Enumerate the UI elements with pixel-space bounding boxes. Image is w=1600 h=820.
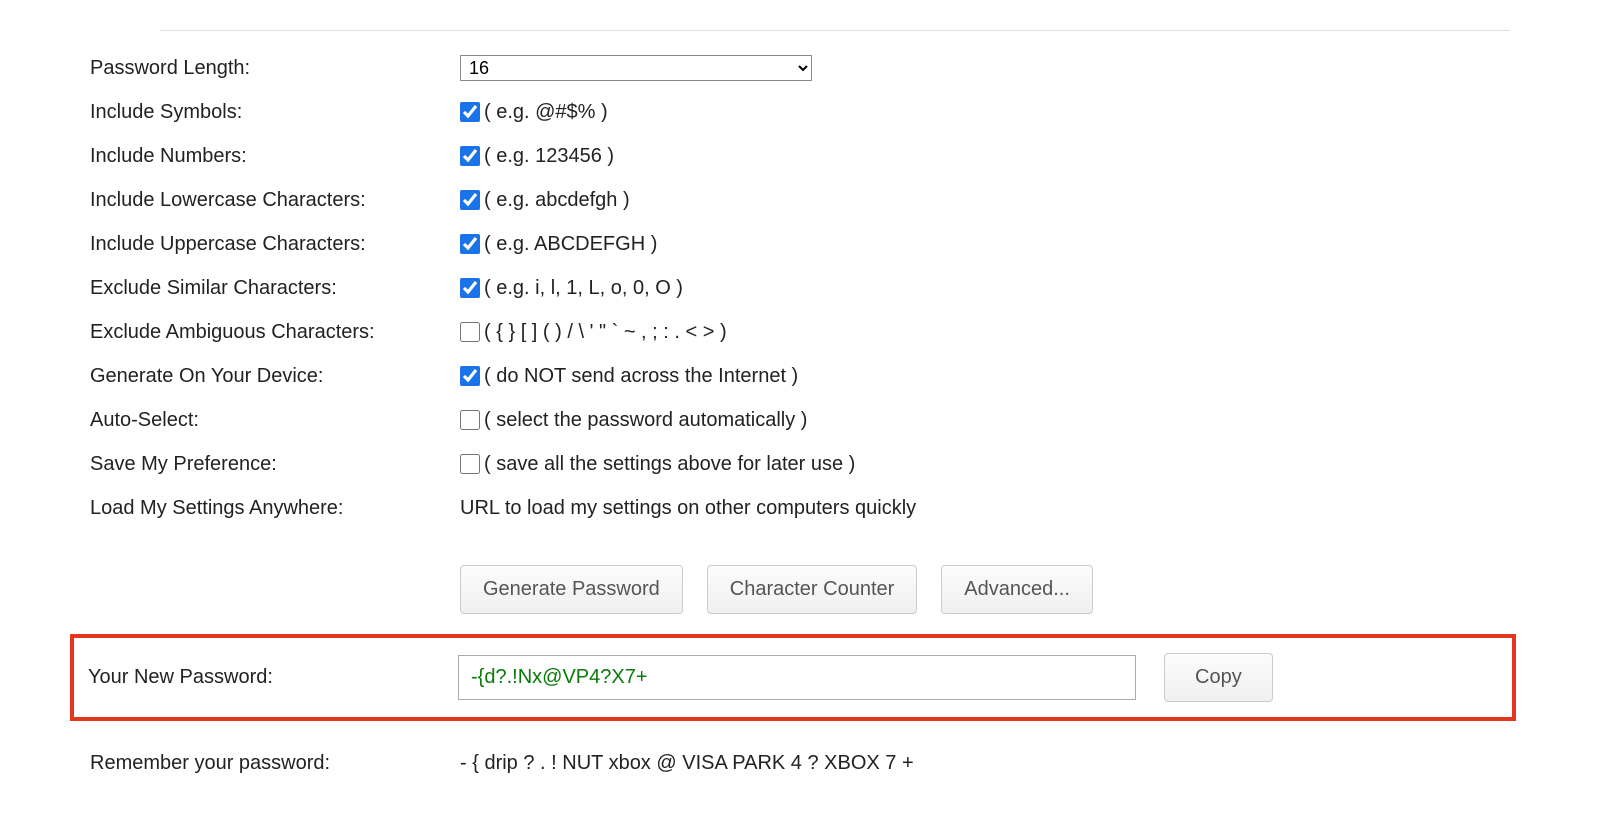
include-numbers-label: Include Numbers: xyxy=(90,145,460,168)
load-settings-link[interactable]: URL to load my settings on other compute… xyxy=(460,497,916,520)
include-uppercase-label: Include Uppercase Characters: xyxy=(90,233,460,256)
auto-select-checkbox[interactable] xyxy=(460,410,480,430)
exclude-similar-hint: ( e.g. i, l, 1, L, o, 0, O ) xyxy=(484,277,683,300)
exclude-similar-label: Exclude Similar Characters: xyxy=(90,277,460,300)
mnemonic-label: Remember your password: xyxy=(90,752,460,775)
include-lowercase-checkbox[interactable] xyxy=(460,190,480,210)
password-length-select[interactable]: 16 xyxy=(460,55,812,81)
exclude-similar-checkbox[interactable] xyxy=(460,278,480,298)
include-numbers-checkbox[interactable] xyxy=(460,146,480,166)
include-uppercase-hint: ( e.g. ABCDEFGH ) xyxy=(484,233,657,256)
include-uppercase-checkbox[interactable] xyxy=(460,234,480,254)
include-symbols-label: Include Symbols: xyxy=(90,101,460,124)
load-settings-label: Load My Settings Anywhere: xyxy=(90,497,460,520)
character-counter-button[interactable]: Character Counter xyxy=(707,565,918,614)
copy-button[interactable]: Copy xyxy=(1164,653,1273,702)
generate-local-checkbox[interactable] xyxy=(460,366,480,386)
mnemonic-value: - { drip ? . ! NUT xbox @ VISA PARK 4 ? … xyxy=(460,752,914,775)
exclude-ambiguous-hint: ( { } [ ] ( ) / \ ' " ` ~ , ; : . < > ) xyxy=(484,321,727,344)
auto-select-hint: ( select the password automatically ) xyxy=(484,409,807,432)
save-preference-checkbox[interactable] xyxy=(460,454,480,474)
save-preference-label: Save My Preference: xyxy=(90,453,460,476)
result-highlight: Your New Password: Copy xyxy=(70,634,1516,721)
generate-local-hint: ( do NOT send across the Internet ) xyxy=(484,365,798,388)
auto-select-label: Auto-Select: xyxy=(90,409,460,432)
generate-local-label: Generate On Your Device: xyxy=(90,365,460,388)
include-lowercase-label: Include Lowercase Characters: xyxy=(90,189,460,212)
generate-password-button[interactable]: Generate Password xyxy=(460,565,683,614)
include-numbers-hint: ( e.g. 123456 ) xyxy=(484,145,614,168)
exclude-ambiguous-checkbox[interactable] xyxy=(460,322,480,342)
include-symbols-checkbox[interactable] xyxy=(460,102,480,122)
new-password-label: Your New Password: xyxy=(74,666,458,689)
advanced-button[interactable]: Advanced... xyxy=(941,565,1093,614)
include-lowercase-hint: ( e.g. abcdefgh ) xyxy=(484,189,630,212)
password-length-label: Password Length: xyxy=(90,57,460,80)
new-password-input[interactable] xyxy=(458,655,1136,700)
exclude-ambiguous-label: Exclude Ambiguous Characters: xyxy=(90,321,460,344)
save-preference-hint: ( save all the settings above for later … xyxy=(484,453,855,476)
include-symbols-hint: ( e.g. @#$% ) xyxy=(484,101,608,124)
